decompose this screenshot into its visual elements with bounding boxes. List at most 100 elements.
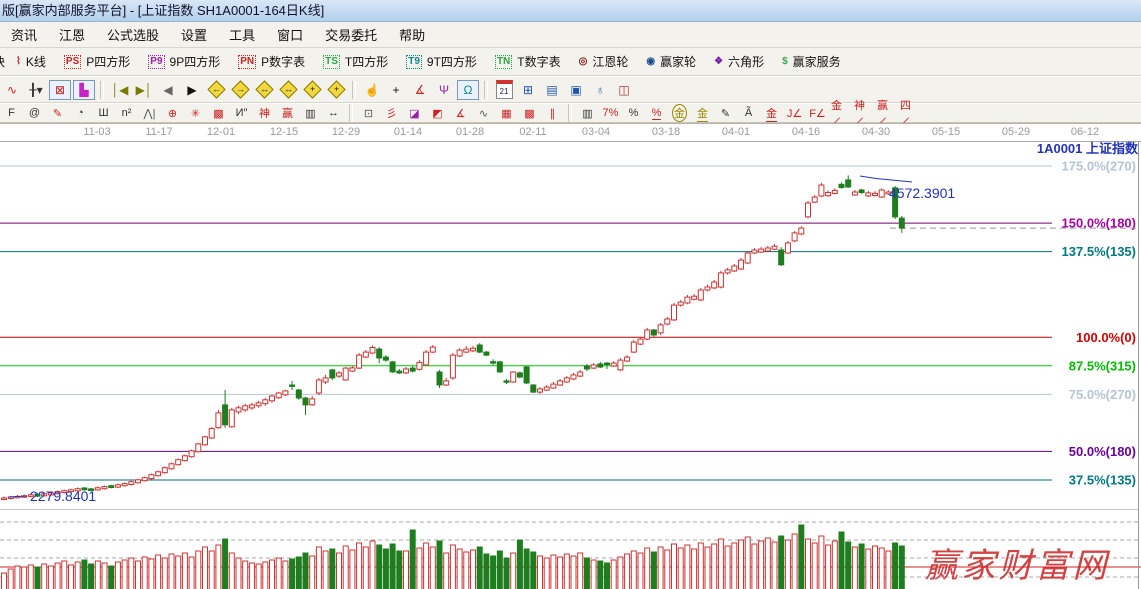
t-square-button[interactable]: TST四方形	[323, 53, 388, 70]
menu-item-1[interactable]: 江恩	[48, 22, 96, 47]
ying-angle-icon[interactable]: 赢∠	[876, 105, 897, 122]
scroll-right-icon[interactable]: →	[229, 80, 251, 100]
report-icon[interactable]: ▤	[541, 80, 563, 100]
gold-circle-icon[interactable]: 金	[669, 105, 690, 122]
expand-view-icon[interactable]: +	[325, 80, 347, 100]
menu-item-2[interactable]: 公式选股	[96, 22, 170, 47]
remote-icon[interactable]: ◫	[613, 80, 635, 100]
crosshair-icon[interactable]: +	[385, 80, 407, 100]
calendar-icon[interactable]: 21	[493, 80, 515, 100]
f-angle-icon[interactable]: F∠	[807, 105, 828, 122]
gold-red-icon[interactable]: 金	[761, 105, 782, 122]
gold-line-icon[interactable]: 金	[692, 105, 713, 122]
9t-square-button[interactable]: T99T四方形	[406, 53, 477, 70]
save-icon[interactable]: ▣	[565, 80, 587, 100]
ying-ruler-icon[interactable]: 赢	[277, 105, 298, 122]
menu-item-5[interactable]: 窗口	[266, 22, 314, 47]
brush-icon: ✎	[53, 107, 62, 120]
hexagon-button[interactable]: ❖六角形	[714, 53, 764, 70]
fan-lines-icon[interactable]: 彡	[381, 105, 402, 122]
wave-lines-icon[interactable]: ∿	[473, 105, 494, 122]
winner-service-button[interactable]: $赢家服务	[782, 53, 841, 70]
angle-lines-icon[interactable]: ∡	[450, 105, 471, 122]
cycle-gauge-icon[interactable]: ◔	[70, 105, 91, 122]
quote-list-icon[interactable]: ▥	[577, 105, 598, 122]
gann-grid2-icon[interactable]: ▩	[519, 105, 540, 122]
percent-icon[interactable]: %	[623, 105, 644, 122]
kline-chart[interactable]: 175.0%(270)150.0%(180)137.5%(135)100.0%(…	[0, 140, 1141, 589]
mirror-icon[interactable]: ⋀|	[139, 105, 160, 122]
first-page-icon[interactable]: │◀	[109, 80, 131, 100]
p-square-button[interactable]: PSP四方形	[64, 53, 130, 70]
percent-line-icon[interactable]: %	[646, 105, 667, 122]
candle-body	[745, 253, 750, 263]
percent7-icon[interactable]: 7%	[600, 105, 621, 122]
zoom-in-horizontal-icon[interactable]: ↔	[277, 80, 299, 100]
scroll-left-icon[interactable]: ←	[205, 80, 227, 100]
tick-ruler-icon[interactable]: Ш	[93, 105, 114, 122]
parallel-lines-icon[interactable]: ∥	[542, 105, 563, 122]
box-tool-icon[interactable]: ⊡	[358, 105, 379, 122]
brush-icon[interactable]: ✎	[47, 105, 68, 122]
shen-ruler-icon[interactable]: 神	[254, 105, 275, 122]
volume-bar	[377, 545, 382, 589]
si-angle-icon[interactable]: 四∠	[899, 105, 920, 122]
wave-tool-icon[interactable]: Ω	[457, 80, 479, 100]
menu-item-7[interactable]: 帮助	[388, 22, 436, 47]
p-number-button[interactable]: PNP数字表	[238, 53, 305, 70]
prev-page-icon[interactable]: ◀	[157, 80, 179, 100]
wave-mark-icon[interactable]: И″	[231, 105, 252, 122]
volume-bar	[290, 559, 295, 589]
last-page-icon[interactable]: ▶│	[133, 80, 155, 100]
angle-tool-icon[interactable]: ∡	[409, 80, 431, 100]
fan-box2-icon[interactable]: ◩	[427, 105, 448, 122]
menu-item-0[interactable]: 资讯	[0, 22, 48, 47]
volume-bar	[22, 567, 27, 589]
grid-target-icon[interactable]: ▩	[208, 105, 229, 122]
t-number-button[interactable]: TNT数字表	[495, 53, 561, 70]
fan-box-icon[interactable]: ◪	[404, 105, 425, 122]
volume-bar	[182, 553, 187, 589]
grid-target-icon: ▩	[213, 107, 223, 120]
volume-profile-icon[interactable]: ▙	[73, 80, 95, 100]
shen-angle-icon[interactable]: 神∠	[853, 105, 874, 122]
volume-bar	[504, 558, 509, 589]
calculator-icon[interactable]: ⊞	[517, 80, 539, 100]
gann-box-icon[interactable]: ⊠	[49, 80, 71, 100]
menu-item-3[interactable]: 设置	[170, 22, 218, 47]
fib-ruler-icon[interactable]: F	[1, 105, 22, 122]
kline-button[interactable]: ⌇K线	[16, 53, 46, 70]
kline-style-icon[interactable]: ╂▾	[25, 80, 47, 100]
candle-body	[390, 362, 395, 372]
menu-item-4[interactable]: 工具	[218, 22, 266, 47]
pen-icon[interactable]: ✎	[715, 105, 736, 122]
menu-item-6[interactable]: 交易委托	[314, 22, 388, 47]
zoom-out-horizontal-icon[interactable]: ↔	[253, 80, 275, 100]
save-icon: ▣	[570, 83, 581, 97]
winner-wheel-button[interactable]: ◉赢家轮	[646, 53, 696, 70]
pan-hand-icon[interactable]: ☝	[361, 80, 383, 100]
window-titlebar[interactable]: 版[赢家内部服务平台] - [上证指数 SH1A0001-164日K线]	[0, 0, 1141, 22]
gann-grid-icon[interactable]: ▦	[496, 105, 517, 122]
volume-bar	[866, 549, 871, 589]
wave-a-icon[interactable]: Ã	[738, 105, 759, 122]
date-tick-label: 12-15	[270, 126, 298, 138]
mini-chart-icon[interactable]: ∿	[1, 80, 23, 100]
module-fragment[interactable]: 块	[0, 53, 5, 70]
number-ruler-icon[interactable]: ▥	[300, 105, 321, 122]
low-price-label: 2279.8401	[30, 488, 96, 504]
star-target-icon[interactable]: ✳	[185, 105, 206, 122]
circle-target-icon[interactable]: ⊕	[162, 105, 183, 122]
9p-square-button[interactable]: P99P四方形	[148, 53, 220, 70]
network-icon[interactable]: ♁	[589, 80, 611, 100]
j-angle-icon[interactable]: J∠	[784, 105, 805, 122]
compress-view-icon[interactable]: +	[301, 80, 323, 100]
spiral-icon[interactable]: @	[24, 105, 45, 122]
n-square-icon[interactable]: n²	[116, 105, 137, 122]
gann-tool-icon[interactable]: Ψ	[433, 80, 455, 100]
gann-wheel-button[interactable]: ◎江恩轮	[579, 53, 629, 70]
gold-angle-icon[interactable]: 金∠	[830, 105, 851, 122]
volume-bar	[156, 555, 161, 589]
span-ruler-icon[interactable]: ↔	[323, 105, 344, 122]
next-page-icon[interactable]: ▶	[181, 80, 203, 100]
